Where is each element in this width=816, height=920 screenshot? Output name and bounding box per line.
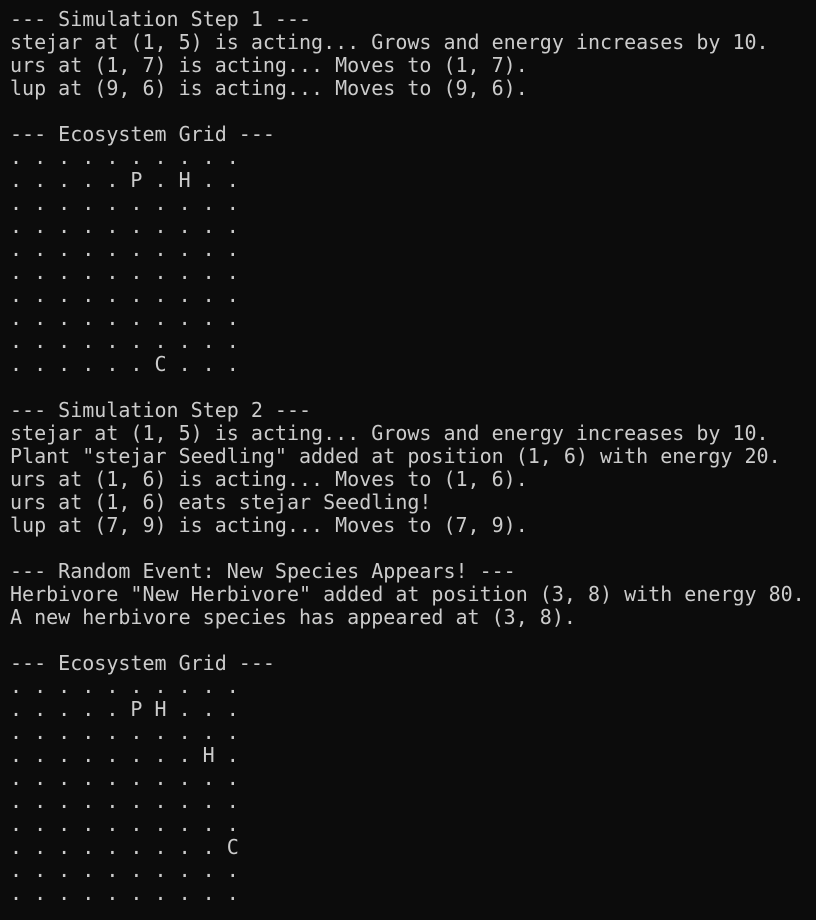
grid-row: . . . . . . . . . . xyxy=(10,215,239,238)
log-line: Herbivore "New Herbivore" added at posit… xyxy=(10,583,805,606)
grid-row: . . . . . . . . . . xyxy=(10,882,239,905)
log-line: urs at (1, 7) is acting... Moves to (1, … xyxy=(10,54,528,77)
log-line: lup at (7, 9) is acting... Moves to (7, … xyxy=(10,514,528,537)
log-line: stejar at (1, 5) is acting... Grows and … xyxy=(10,31,769,54)
grid-row: . . . . . . . . . . xyxy=(10,238,239,261)
grid-row: . . . . . . . . . . xyxy=(10,790,239,813)
grid-row: . . . . . . . . . . xyxy=(10,767,239,790)
grid-row: . . . . . . . . . . xyxy=(10,261,239,284)
log-line: urs at (1, 6) eats stejar Seedling! xyxy=(10,491,432,514)
grid-row: . . . . . P . H . . xyxy=(10,169,239,192)
grid-row: . . . . . . C . . . xyxy=(10,353,239,376)
grid-row: . . . . . . . . H . xyxy=(10,744,239,767)
grid-row: . . . . . . . . . . xyxy=(10,813,239,836)
grid-row: . . . . . . . . . . xyxy=(10,146,239,169)
log-line: lup at (9, 6) is acting... Moves to (9, … xyxy=(10,77,528,100)
log-line: urs at (1, 6) is acting... Moves to (1, … xyxy=(10,468,528,491)
grid-row: . . . . . . . . . . xyxy=(10,330,239,353)
grid1-header: --- Ecosystem Grid --- xyxy=(10,123,275,146)
grid-row: . . . . . . . . . . xyxy=(10,859,239,882)
log-line: Plant "stejar Seedling" added at positio… xyxy=(10,445,781,468)
grid-row: . . . . . P H . . . xyxy=(10,698,239,721)
grid-row: . . . . . . . . . . xyxy=(10,307,239,330)
grid-row: . . . . . . . . . . xyxy=(10,721,239,744)
step2-header: --- Simulation Step 2 --- xyxy=(10,399,312,422)
log-line: A new herbivore species has appeared at … xyxy=(10,606,576,629)
grid-row: . . . . . . . . . . xyxy=(10,284,239,307)
grid-row: . . . . . . . . . . xyxy=(10,675,239,698)
random-event-header: --- Random Event: New Species Appears! -… xyxy=(10,560,516,583)
grid-row: . . . . . . . . . . xyxy=(10,192,239,215)
step1-header: --- Simulation Step 1 --- xyxy=(10,8,312,31)
grid-row: . . . . . . . . . C xyxy=(10,836,239,859)
log-line: stejar at (1, 5) is acting... Grows and … xyxy=(10,422,769,445)
grid2-header: --- Ecosystem Grid --- xyxy=(10,652,275,675)
terminal-window[interactable]: --- Simulation Step 1 --- stejar at (1, … xyxy=(0,0,816,920)
